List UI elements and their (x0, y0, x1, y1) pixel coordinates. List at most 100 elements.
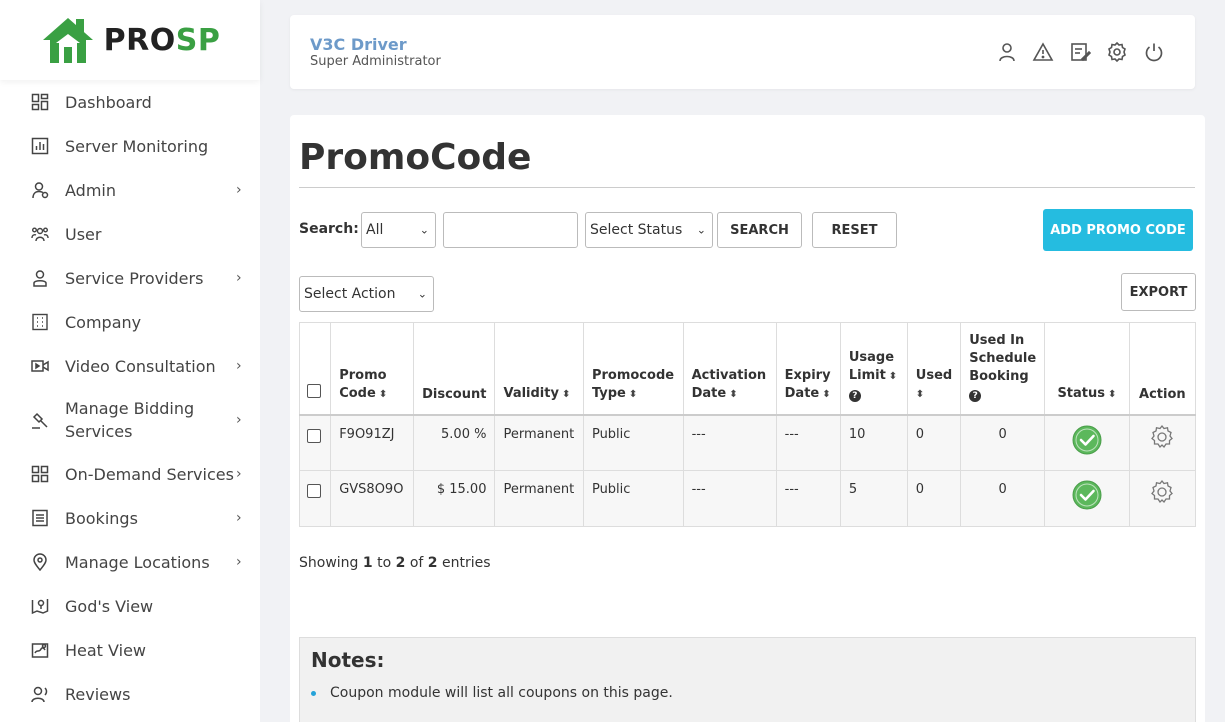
col-validity[interactable]: Validity ⬍ (494, 322, 584, 416)
discount-cell: 5.00 % (413, 414, 496, 471)
logo[interactable]: PROSP (0, 0, 260, 80)
promo-code-cell: F9O91ZJ (330, 414, 415, 471)
user-name[interactable]: V3C Driver (310, 35, 407, 54)
reset-button[interactable]: RESET (812, 212, 897, 248)
gear-icon[interactable] (1149, 424, 1175, 450)
col-expiry-date[interactable]: Expiry Date ⬍ (775, 322, 841, 416)
logo-text: PROSP (103, 22, 221, 58)
sidebar: PROSP Dashboard Server Monitoring Admin … (0, 0, 260, 722)
sidebar-item-dashboard[interactable]: Dashboard (0, 80, 260, 124)
used-cell: 0 (906, 470, 962, 527)
entries-summary: Showing 1 to 2 of 2 entries (299, 555, 491, 571)
notes-panel: Notes: Coupon module will list all coupo… (299, 637, 1196, 722)
col-activation-date[interactable]: Activation Date ⬍ (682, 322, 777, 416)
search-field-select[interactable]: All ⌄ (361, 212, 436, 248)
sidebar-item-label: Heat View (65, 640, 147, 660)
sidebar-item-company[interactable]: Company (0, 300, 260, 344)
sidebar-item-admin[interactable]: Admin › (0, 168, 260, 212)
sidebar-item-label: Server Monitoring (65, 136, 209, 156)
sidebar-item-label: User (65, 224, 102, 244)
chevron-right-icon: › (236, 510, 242, 526)
used-cell: 0 (906, 414, 962, 471)
gear-icon[interactable] (1149, 479, 1175, 505)
col-used[interactable]: Used ⬍ (906, 322, 962, 416)
sidebar-item-service-providers[interactable]: Service Providers › (0, 256, 260, 300)
sidebar-item-reviews[interactable]: Reviews (0, 672, 260, 716)
sidebar-item-manage-locations[interactable]: Manage Locations › (0, 540, 260, 584)
settings-icon[interactable] (1106, 41, 1128, 63)
check-circle-icon[interactable] (1072, 480, 1102, 510)
row-select-cell (298, 470, 332, 527)
review-icon (31, 685, 49, 703)
status-cell (1044, 470, 1130, 527)
validity-cell: Permanent (494, 414, 584, 471)
sidebar-item-on-demand-services[interactable]: On-Demand Services › (0, 452, 260, 496)
sidebar-item-label: Service Providers (65, 268, 204, 288)
sort-icon: ⬍ (888, 370, 898, 382)
users-icon (31, 225, 49, 243)
action-cell (1128, 414, 1197, 471)
notes-item: Coupon module will list all coupons on t… (330, 685, 673, 701)
main-content: PromoCode Search: All ⌄ Select Status ⌄ … (290, 115, 1205, 722)
export-button[interactable]: EXPORT (1121, 273, 1196, 311)
sidebar-item-bookings[interactable]: Bookings › (0, 496, 260, 540)
sort-icon: ⬍ (915, 388, 925, 400)
add-promo-code-button[interactable]: ADD PROMO CODE (1043, 209, 1193, 251)
provider-icon (31, 269, 49, 287)
usage-limit-cell: 5 (839, 470, 908, 527)
sidebar-item-gods-view[interactable]: God's View (0, 584, 260, 628)
help-icon[interactable]: ? (848, 389, 861, 402)
sidebar-item-label: On-Demand Services (65, 464, 234, 484)
promo-code-table: Promo Code ⬍ Discount Validity ⬍ Promocode T… (298, 322, 1197, 527)
chevron-down-icon: ⌄ (419, 223, 429, 237)
activation-cell: --- (682, 414, 777, 471)
action-select[interactable]: Select Action ⌄ (299, 276, 434, 312)
row-checkbox[interactable] (307, 484, 321, 498)
dashboard-icon (31, 93, 49, 111)
sort-icon: ⬍ (1108, 388, 1117, 400)
chevron-right-icon: › (236, 412, 242, 428)
sidebar-item-label: God's View (65, 596, 154, 616)
location-icon (31, 553, 49, 571)
usage-limit-cell: 10 (839, 414, 908, 471)
video-icon (31, 357, 49, 375)
title-divider (299, 187, 1195, 188)
sidebar-item-heat-view[interactable]: Heat View (0, 628, 260, 672)
sort-icon: ⬍ (628, 388, 638, 400)
sidebar-item-server-monitoring[interactable]: Server Monitoring (0, 124, 260, 168)
grid-icon (31, 465, 49, 483)
col-promocode-type[interactable]: Promocode Type ⬍ (582, 322, 684, 416)
col-usage-limit[interactable]: Usage Limit ⬍? (839, 322, 908, 416)
row-checkbox[interactable] (307, 428, 321, 443)
profile-icon[interactable] (996, 41, 1018, 63)
sidebar-item-video-consultation[interactable]: Video Consultation › (0, 344, 260, 388)
check-circle-icon[interactable] (1072, 425, 1102, 455)
chevron-right-icon: › (236, 466, 242, 482)
schedule-used-cell: 0 (960, 470, 1046, 527)
sidebar-item-label: Company (65, 312, 142, 332)
status-select[interactable]: Select Status ⌄ (585, 212, 713, 248)
expiry-cell: --- (775, 414, 841, 471)
sidebar-item-label: Video Consultation (65, 356, 216, 376)
help-icon[interactable]: ? (969, 389, 982, 402)
col-action: Action (1128, 322, 1197, 416)
heatmap-icon (31, 641, 49, 659)
col-status[interactable]: Status ⬍ (1044, 322, 1130, 416)
select-all-checkbox[interactable] (307, 383, 321, 398)
col-used-in-schedule-booking: Used In Schedule Booking? (960, 322, 1046, 416)
sidebar-item-manage-bidding[interactable]: Manage Bidding Services › (0, 388, 260, 452)
search-input[interactable] (443, 212, 578, 248)
chevron-down-icon: ⌄ (417, 287, 427, 301)
sidebar-item-label: Dashboard (65, 92, 152, 112)
status-cell (1044, 414, 1130, 471)
sidebar-item-user[interactable]: User (0, 212, 260, 256)
edit-note-icon[interactable] (1069, 41, 1092, 63)
search-button[interactable]: SEARCH (717, 212, 802, 248)
alert-icon[interactable] (1032, 41, 1054, 63)
power-icon[interactable] (1143, 41, 1165, 63)
top-header: V3C Driver Super Administrator (290, 15, 1195, 89)
sidebar-item-label: Manage Locations (65, 552, 210, 572)
chevron-right-icon: › (236, 554, 242, 570)
sort-icon: ⬍ (729, 388, 738, 400)
col-promo-code[interactable]: Promo Code ⬍ (330, 322, 415, 416)
